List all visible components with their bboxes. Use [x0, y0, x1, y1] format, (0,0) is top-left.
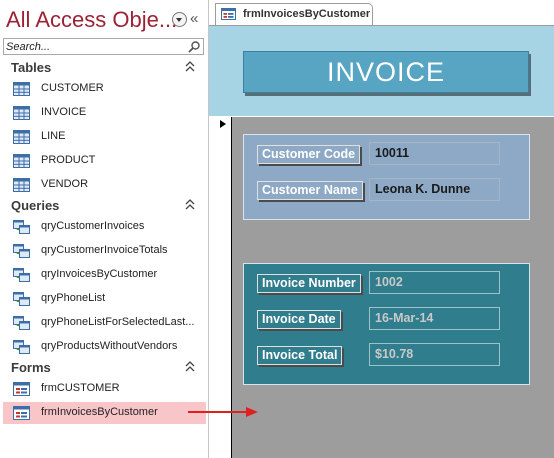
- group-label-forms: Forms: [11, 360, 51, 375]
- nav-item-label: qryCustomerInvoices: [41, 220, 145, 232]
- nav-item-label: frmCUSTOMER: [41, 382, 120, 394]
- group-header-forms[interactable]: Forms: [0, 360, 205, 378]
- group-label-tables: Tables: [11, 60, 52, 75]
- nav-item-line-table[interactable]: LINE: [3, 126, 206, 148]
- customer-name-field[interactable]: Leona K. Dunne: [369, 178, 500, 201]
- nav-item-label: qryCustomerInvoiceTotals: [41, 244, 168, 256]
- query-icon: [13, 268, 30, 282]
- current-record-arrow-icon: [220, 120, 226, 128]
- search-icon[interactable]: [188, 41, 200, 53]
- invoice-date-label: Invoice Date: [257, 310, 341, 329]
- nav-search-box[interactable]: [3, 38, 204, 55]
- nav-item-query[interactable]: qryPhoneListForSelectedLast...: [3, 312, 206, 334]
- collapse-chevron-icon[interactable]: [185, 60, 195, 74]
- nav-item-label: PRODUCT: [41, 154, 96, 166]
- nav-item-label: qryPhoneListForSelectedLast...: [41, 316, 195, 328]
- nav-item-label: LINE: [41, 130, 66, 142]
- query-icon: [13, 292, 30, 306]
- form-icon: [13, 382, 30, 396]
- table-icon: [13, 154, 30, 168]
- nav-item-vendor-table[interactable]: VENDOR: [3, 174, 206, 196]
- form-icon: [221, 8, 236, 20]
- invoice-number-label: Invoice Number: [257, 274, 361, 293]
- customer-code-field[interactable]: 10011: [369, 142, 500, 165]
- invoice-panel: Invoice Number 1002 Invoice Date 16-Mar-…: [243, 263, 530, 385]
- nav-item-product-table[interactable]: PRODUCT: [3, 150, 206, 172]
- form-icon: [13, 406, 30, 420]
- table-icon: [13, 82, 30, 96]
- form-title: INVOICE: [326, 56, 446, 87]
- invoice-total-label: Invoice Total: [257, 346, 343, 365]
- form-detail-section: Customer Code 10011 Customer Name Leona …: [232, 117, 554, 458]
- group-header-tables[interactable]: Tables: [0, 60, 205, 78]
- customer-name-label: Customer Name: [257, 181, 363, 200]
- query-icon: [13, 244, 30, 258]
- table-icon: [13, 106, 30, 120]
- table-icon: [13, 130, 30, 144]
- nav-pane-menu-icon[interactable]: [172, 12, 187, 27]
- nav-item-query[interactable]: qryCustomerInvoiceTotals: [3, 240, 206, 262]
- tab-frm-invoices-by-customer[interactable]: frmInvoicesByCustomer: [215, 3, 373, 25]
- nav-item-form[interactable]: frmCUSTOMER: [3, 378, 206, 400]
- nav-item-invoice-table[interactable]: INVOICE: [3, 102, 206, 124]
- nav-item-customer-table[interactable]: CUSTOMER: [3, 78, 206, 100]
- nav-collapse-icon[interactable]: «: [190, 10, 198, 27]
- nav-item-form-selected[interactable]: frmInvoicesByCustomer: [3, 402, 206, 424]
- document-tab-strip: frmInvoicesByCustomer: [209, 0, 554, 26]
- invoice-number-field[interactable]: 1002: [369, 271, 500, 294]
- nav-item-label: qryPhoneList: [41, 292, 106, 304]
- customer-panel: Customer Code 10011 Customer Name Leona …: [243, 134, 530, 220]
- nav-item-label: CUSTOMER: [41, 82, 104, 94]
- group-header-queries[interactable]: Queries: [0, 198, 205, 216]
- nav-item-label: frmInvoicesByCustomer: [41, 406, 158, 418]
- invoice-total-field[interactable]: $10.78: [369, 343, 500, 366]
- nav-item-query[interactable]: qryInvoicesByCustomer: [3, 264, 206, 286]
- nav-item-query[interactable]: qryCustomerInvoices: [3, 216, 206, 238]
- table-icon: [13, 178, 30, 192]
- collapse-chevron-icon[interactable]: [185, 198, 195, 212]
- red-annotation-arrow-icon: [188, 407, 258, 417]
- query-icon: [13, 220, 30, 234]
- form-header-section: INVOICE: [209, 26, 554, 116]
- navigation-pane: All Access Obje... « Tables CUSTOMER INV…: [0, 0, 209, 458]
- nav-item-label: qryProductsWithoutVendors: [41, 340, 178, 352]
- invoice-date-field[interactable]: 16-Mar-14: [369, 307, 500, 330]
- nav-item-label: INVOICE: [41, 106, 87, 118]
- nav-search-input[interactable]: [6, 39, 184, 54]
- nav-item-query[interactable]: qryProductsWithoutVendors: [3, 336, 206, 358]
- query-icon: [13, 316, 30, 330]
- nav-item-query[interactable]: qryPhoneList: [3, 288, 206, 310]
- query-icon: [13, 340, 30, 354]
- nav-pane-title[interactable]: All Access Obje...: [6, 7, 177, 33]
- form-title-box: INVOICE: [243, 51, 529, 93]
- customer-code-label: Customer Code: [257, 145, 361, 164]
- collapse-chevron-icon[interactable]: [185, 360, 195, 374]
- tab-label: frmInvoicesByCustomer: [243, 8, 371, 20]
- nav-item-label: VENDOR: [41, 178, 89, 190]
- nav-item-label: qryInvoicesByCustomer: [41, 268, 158, 280]
- group-label-queries: Queries: [11, 198, 60, 213]
